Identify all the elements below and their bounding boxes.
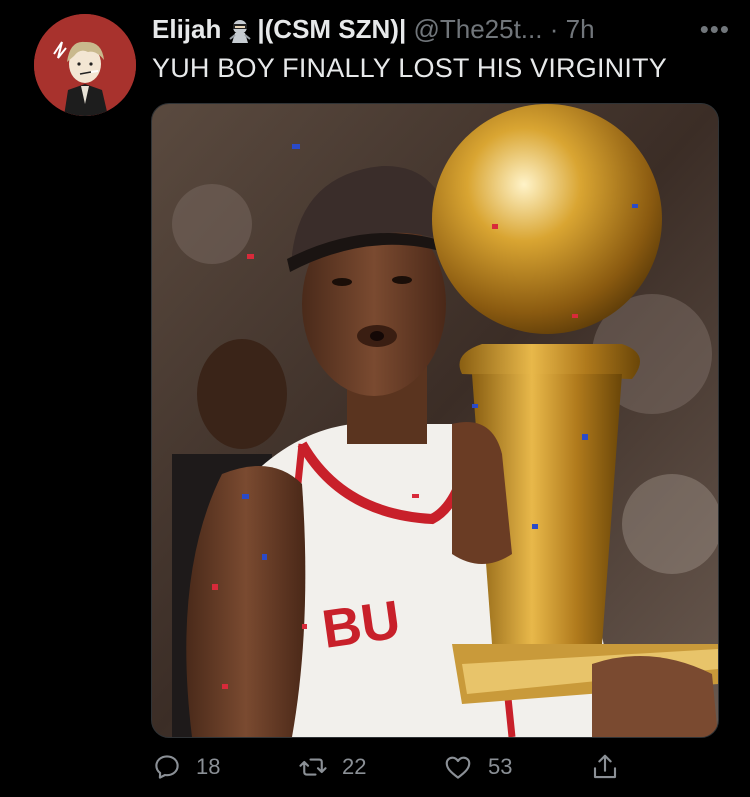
avatar[interactable] xyxy=(34,14,136,116)
share-button[interactable] xyxy=(590,752,634,782)
reply-icon xyxy=(155,755,179,779)
like-count: 53 xyxy=(488,754,513,779)
retweet-button[interactable]: 22 xyxy=(298,752,366,782)
ninja-emoji-icon xyxy=(227,17,253,49)
reply-button[interactable]: 18 xyxy=(152,752,220,782)
author-name[interactable]: Elijah xyxy=(152,14,221,44)
retweet-icon xyxy=(299,758,327,776)
separator-dot: · xyxy=(549,14,559,44)
tweet-timestamp[interactable]: 7h xyxy=(566,14,595,44)
share-icon xyxy=(593,754,617,779)
author-display-suffix[interactable]: |(CSM SZN)| xyxy=(257,14,406,44)
svg-text:BU: BU xyxy=(318,590,404,660)
tweet-actions-bar: 18 22 53 xyxy=(152,752,730,786)
reply-count: 18 xyxy=(196,754,221,779)
tweet-text: YUH BOY FINALLY LOST HIS VIRGINITY xyxy=(152,53,667,83)
retweet-count: 22 xyxy=(342,754,367,779)
author-handle[interactable]: @The25t... xyxy=(413,14,542,44)
like-button[interactable]: 53 xyxy=(442,752,512,782)
like-icon xyxy=(445,756,471,779)
tweet-media-image[interactable]: BU xyxy=(151,103,719,738)
tweet-header: Elijah |(CSM SZN)| @The25t... · 7h ••• xyxy=(152,14,730,44)
avatar-image xyxy=(34,14,136,116)
more-options-icon[interactable]: ••• xyxy=(700,14,730,44)
media-photo: BU xyxy=(152,104,718,737)
